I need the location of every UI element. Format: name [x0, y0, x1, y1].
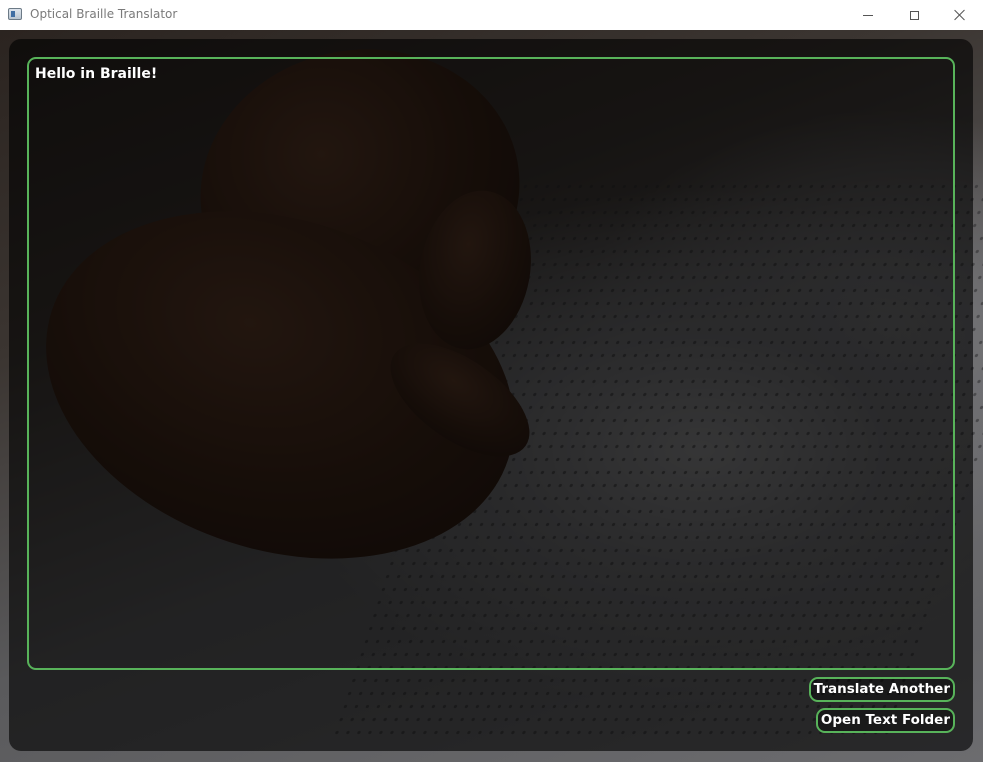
maximize-button[interactable] — [891, 0, 937, 30]
window-title: Optical Braille Translator — [30, 7, 178, 21]
title-bar[interactable]: Optical Braille Translator — [0, 0, 983, 30]
maximize-icon — [909, 10, 919, 20]
open-text-folder-button[interactable]: Open Text Folder — [815, 708, 955, 733]
client-area: Hello in Braille! Translate Another Open… — [0, 30, 983, 762]
minimize-icon — [863, 14, 873, 16]
minimize-button[interactable] — [845, 0, 891, 30]
app-window: Optical Braille Translator Hello in Brai… — [0, 0, 983, 762]
close-icon — [954, 9, 966, 21]
translated-text: Hello in Braille! — [35, 66, 158, 82]
close-button[interactable] — [937, 0, 983, 30]
translate-another-button[interactable]: Translate Another — [808, 677, 955, 702]
app-window-icon — [8, 8, 22, 20]
translation-output-box[interactable]: Hello in Braille! — [27, 57, 955, 670]
